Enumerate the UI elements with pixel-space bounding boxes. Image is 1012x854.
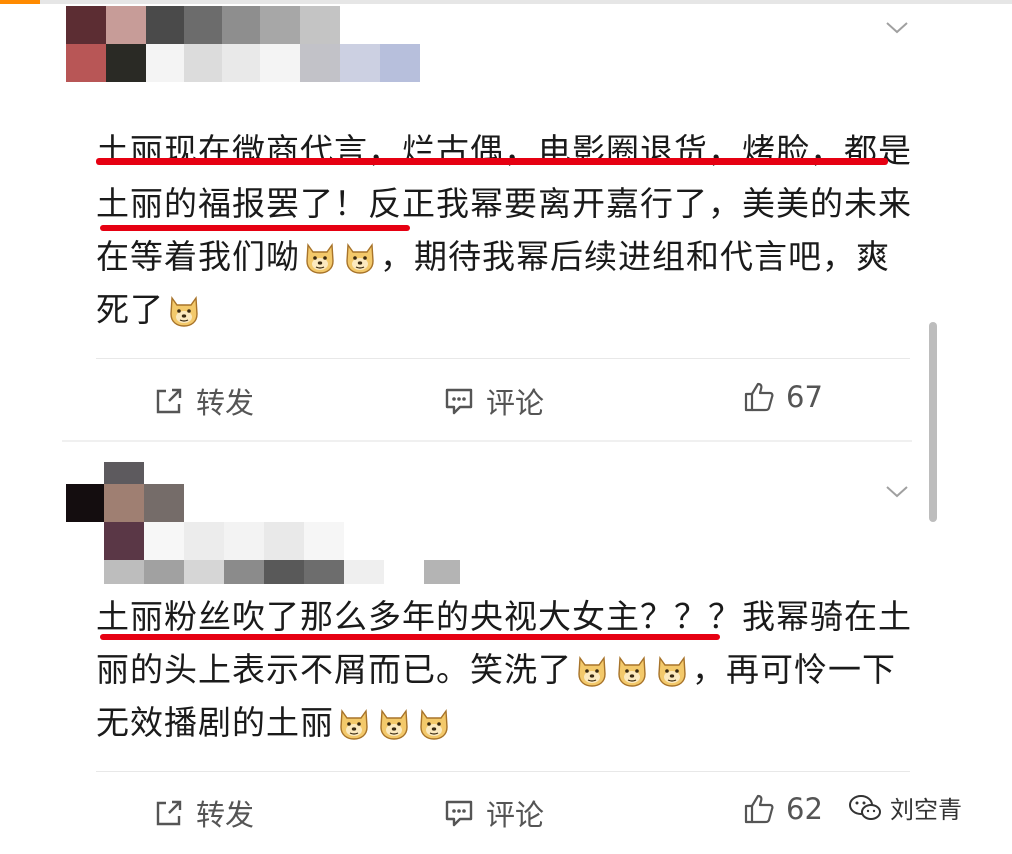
doge-emoji-icon	[166, 290, 202, 327]
more-chevron-2[interactable]	[886, 486, 908, 498]
avatar-mosaic-2[interactable]	[66, 462, 466, 586]
watermark: 刘空青	[848, 790, 962, 825]
doge-emoji-icon	[416, 703, 452, 740]
doge-emoji-icon	[574, 650, 610, 687]
avatar-mosaic-1[interactable]	[66, 6, 426, 112]
comment-bubble-icon	[445, 388, 473, 415]
repost-button[interactable]: 转发	[152, 380, 254, 422]
comment-label: 评论	[486, 798, 545, 832]
doge-emoji-icon	[342, 237, 378, 274]
doge-emoji-icon	[654, 650, 690, 687]
share-square-icon	[156, 388, 182, 414]
red-underline	[100, 634, 720, 640]
chevron-down-icon	[886, 22, 908, 34]
scrollbar[interactable]	[929, 322, 937, 522]
comment-button[interactable]: 评论	[442, 792, 544, 834]
comment-button[interactable]: 评论	[442, 380, 544, 422]
doge-emoji-icon	[302, 237, 338, 274]
repost-label: 转发	[196, 386, 255, 420]
watermark-text: 刘空青	[890, 796, 962, 824]
red-underline	[100, 225, 410, 231]
doge-emoji-icon	[376, 703, 412, 740]
like-button[interactable]: 62	[742, 792, 823, 826]
top-border	[0, 0, 1012, 4]
wechat-icon	[849, 794, 881, 820]
doge-emoji-icon	[336, 703, 372, 740]
post-text-2: 土丽粉丝吹了那么多年的央视大女主？？？我幂骑在土丽的头上表示不屑而已。笑洗了 ，再…	[96, 590, 916, 749]
thumbs-up-icon	[744, 382, 774, 412]
comment-label: 评论	[486, 386, 545, 420]
actions-divider	[96, 358, 910, 359]
repost-button[interactable]: 转发	[152, 792, 254, 834]
weibo-comment-screenshot: 土丽现在微商代言，烂古偶，电影圈退货，烤脸，都是土丽的福报罢了！反正我幂要离开嘉…	[0, 0, 1012, 854]
like-button[interactable]: 67	[742, 380, 823, 414]
doge-emoji-icon	[614, 650, 650, 687]
like-count: 67	[786, 380, 823, 414]
comment-bubble-icon	[445, 800, 473, 827]
thumbs-up-icon	[744, 794, 774, 824]
post-separator	[62, 440, 912, 442]
chevron-down-icon	[886, 486, 908, 498]
actions-divider	[96, 771, 910, 772]
top-accent	[0, 0, 40, 4]
red-underline	[96, 158, 888, 165]
repost-label: 转发	[196, 798, 255, 832]
more-chevron-1[interactable]	[886, 22, 908, 34]
share-square-icon	[156, 800, 182, 826]
like-count: 62	[786, 792, 823, 826]
